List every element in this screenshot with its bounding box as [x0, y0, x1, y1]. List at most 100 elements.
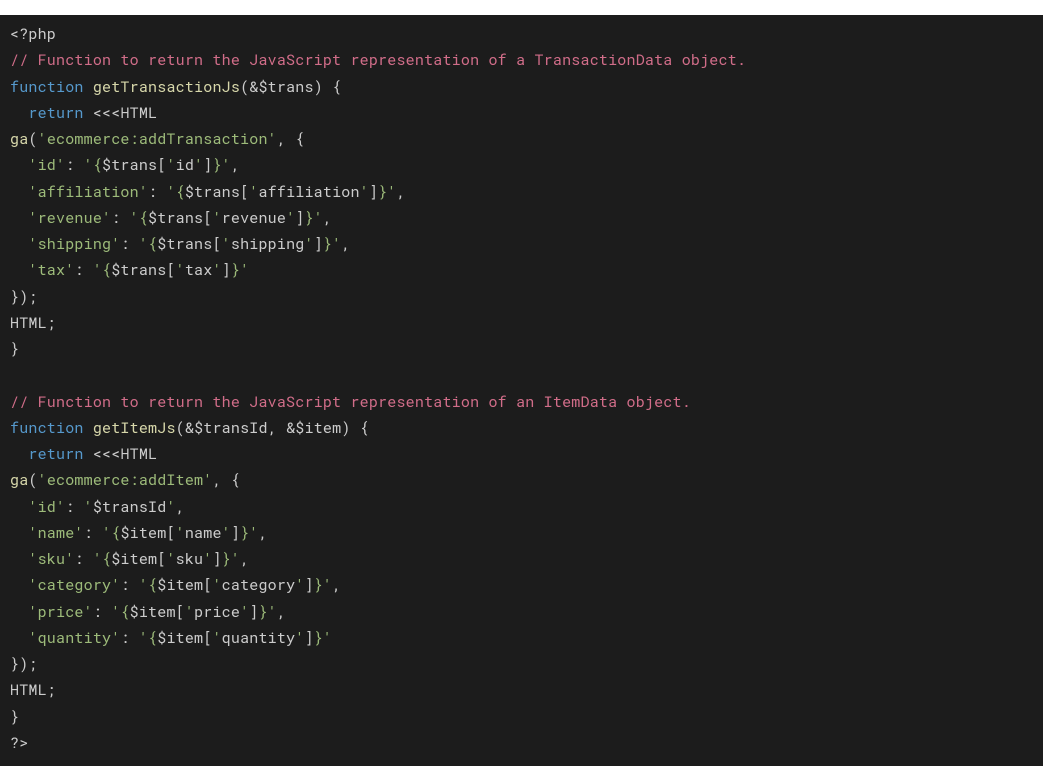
- code-token: ': [139, 575, 148, 595]
- code-line: // Function to return the JavaScript rep…: [10, 50, 746, 70]
- code-token: ) {: [341, 418, 369, 438]
- code-token: ]: [231, 523, 240, 543]
- code-token: <<<: [93, 103, 121, 123]
- code-token: <<<: [93, 444, 121, 464]
- code-token: ': [38, 470, 47, 490]
- code-line: return <<<HTML: [10, 103, 157, 123]
- code-token: $trans[: [111, 260, 175, 280]
- code-token: [10, 234, 28, 254]
- code-token: ': [268, 129, 277, 149]
- code-token: ,: [397, 182, 406, 202]
- code-token: ecommerce:addTransaction: [47, 129, 268, 149]
- code-token: ': [28, 628, 37, 648]
- code-token: ': [240, 260, 249, 280]
- code-token: {: [139, 208, 148, 228]
- code-token: [10, 628, 28, 648]
- code-line: ?>: [10, 733, 28, 753]
- code-token: , {: [277, 129, 305, 149]
- code-token: ': [212, 575, 221, 595]
- code-token: ': [28, 260, 37, 280]
- code-token: ': [139, 628, 148, 648]
- code-token: ': [28, 549, 37, 569]
- code-token: ': [28, 575, 37, 595]
- code-token: [84, 77, 93, 97]
- code-token: ,: [341, 234, 350, 254]
- code-token: [10, 182, 28, 202]
- code-token: ': [166, 549, 175, 569]
- code-token: [10, 549, 28, 569]
- code-token: [10, 444, 28, 464]
- code-token: ': [222, 155, 231, 175]
- code-token: $item[: [157, 575, 212, 595]
- code-line: });: [10, 654, 38, 674]
- code-token: [10, 575, 28, 595]
- code-token: ': [93, 549, 102, 569]
- code-token: ga: [10, 470, 28, 490]
- code-token: ': [194, 155, 203, 175]
- code-token: ': [84, 602, 93, 622]
- code-token: sku: [176, 549, 204, 569]
- code-token: {: [93, 155, 102, 175]
- code-token: ': [28, 497, 37, 517]
- code-token: });: [10, 287, 38, 307]
- code-token: getTransactionJs: [93, 77, 240, 97]
- code-token: , {: [212, 470, 240, 490]
- code-token: (: [28, 470, 37, 490]
- code-token: $item: [295, 418, 341, 438]
- code-token: ': [28, 234, 37, 254]
- code-token: :: [148, 182, 166, 202]
- code-line: 'category': '{$item['category']}',: [10, 575, 341, 595]
- code-token: id: [38, 497, 56, 517]
- code-line: // Function to return the JavaScript rep…: [10, 392, 691, 412]
- code-token: }: [10, 339, 19, 359]
- code-token: ': [231, 549, 240, 569]
- code-line: 'id': '$transId',: [10, 497, 185, 517]
- code-token: sku: [38, 549, 66, 569]
- code-token: ': [323, 628, 332, 648]
- code-token: HTML: [120, 444, 157, 464]
- code-line: 'revenue': '{$trans['revenue']}',: [10, 208, 332, 228]
- code-token: $trans: [258, 77, 313, 97]
- code-token: // Function to return the JavaScript rep…: [10, 392, 691, 412]
- code-token: }: [314, 575, 323, 595]
- code-line: function getItemJs(&$transId, &$item) {: [10, 418, 369, 438]
- code-token: :: [84, 523, 102, 543]
- code-token: $trans[: [185, 182, 249, 202]
- code-token: ]: [369, 182, 378, 202]
- code-token: id: [38, 155, 56, 175]
- code-token: HTML;: [10, 313, 56, 333]
- code-token: }: [305, 208, 314, 228]
- code-token: }: [323, 234, 332, 254]
- code-token: :: [120, 234, 138, 254]
- code-token: ': [56, 155, 65, 175]
- code-token: ': [93, 260, 102, 280]
- code-line: });: [10, 287, 38, 307]
- code-token: affiliation: [38, 182, 139, 202]
- code-token: ]: [305, 575, 314, 595]
- code-token: [10, 260, 28, 280]
- code-token: (&: [176, 418, 194, 438]
- code-token: $transId: [194, 418, 268, 438]
- code-token: function: [10, 77, 84, 97]
- code-token: ': [84, 155, 93, 175]
- code-token: ': [185, 602, 194, 622]
- code-token: [10, 208, 28, 228]
- code-token: [84, 418, 93, 438]
- code-token: ) {: [314, 77, 342, 97]
- code-token: ': [130, 208, 139, 228]
- code-token: HTML: [120, 103, 157, 123]
- code-token: function: [10, 418, 84, 438]
- code-token: ': [314, 208, 323, 228]
- code-token: ': [240, 602, 249, 622]
- code-token: ': [28, 523, 37, 543]
- code-line: ga('ecommerce:addItem', {: [10, 470, 240, 490]
- code-line: 'affiliation': '{$trans['affiliation']}'…: [10, 182, 406, 202]
- code-token: ]: [212, 549, 221, 569]
- code-token: {: [148, 575, 157, 595]
- code-token: }: [231, 260, 240, 280]
- code-line: 'tax': '{$trans['tax']}': [10, 260, 249, 280]
- code-line: HTML;: [10, 680, 56, 700]
- code-token: ': [166, 182, 175, 202]
- code-token: ': [222, 523, 231, 543]
- code-token: shipping: [38, 234, 112, 254]
